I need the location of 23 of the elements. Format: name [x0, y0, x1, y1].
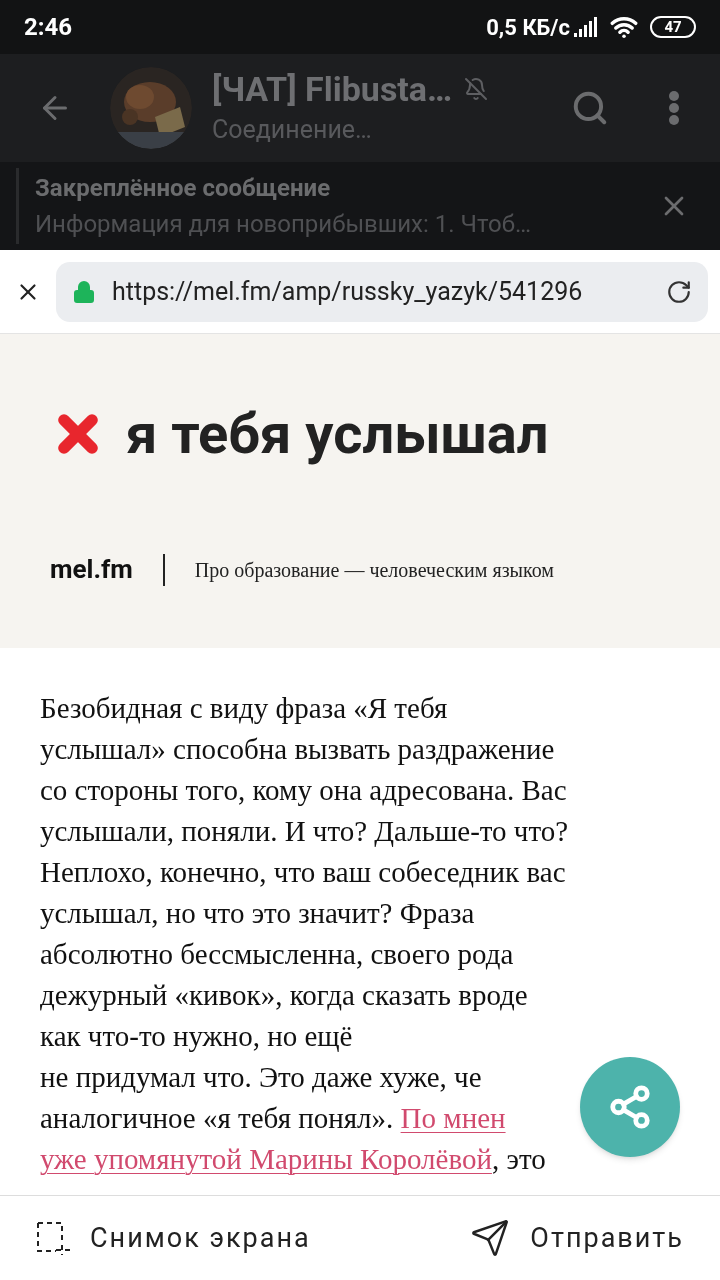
more-icon: [669, 91, 679, 125]
site-logo: mel.fm: [50, 553, 133, 586]
network-speed: 0,5 КБ/с: [486, 13, 570, 42]
article-link[interactable]: уже упомянутой Марины Королёвой: [40, 1143, 492, 1175]
send-icon: [470, 1218, 511, 1258]
status-time: 2:46: [24, 12, 73, 43]
site-tagline: Про образование — человеческим языком: [194, 557, 554, 584]
battery-indicator: 47: [650, 16, 696, 38]
url-field[interactable]: https://mel.fm/amp/russky_yazyk/541296: [56, 261, 708, 322]
send-button[interactable]: Отправить: [470, 1217, 684, 1259]
pinned-text: Информация для новоприбывших: 1. Чтоб…: [35, 209, 533, 240]
pinned-title: Закреплённое сообщение: [35, 173, 332, 204]
signal-icon: [574, 17, 598, 37]
screenshot-button[interactable]: Снимок экрана: [36, 1217, 311, 1259]
reload-icon[interactable]: [666, 278, 692, 305]
url-text: https://mel.fm/amp/russky_yazyk/541296: [112, 275, 584, 308]
screenshot-icon: [36, 1221, 70, 1255]
article-link[interactable]: По мнен: [400, 1102, 506, 1134]
chat-status: Соединение…: [212, 113, 373, 146]
share-icon: [607, 1084, 653, 1130]
article-paragraph: Безобидная с виду фраза «Я тебя услышал» способна вызвать раздражение со стороны того, кому она адресована. Вас услышали, поняли. И что? Дальше-то что? Неплохо, конечно, что ваш собеседник вас услышал, но что это значит? Фраза абсолютно бессмысленна, своего рода дежурный «кивок», когда сказать вроде как что-то нужно, но ещё не придумал что. Это даже хуже, че аналогичное «я тебя понял». По мнен уже упомянутой Марины Королёвой, это: [40, 691, 569, 1177]
search-icon: [571, 89, 609, 127]
chat-title: [ЧАТ] Flibusta…: [212, 68, 453, 111]
